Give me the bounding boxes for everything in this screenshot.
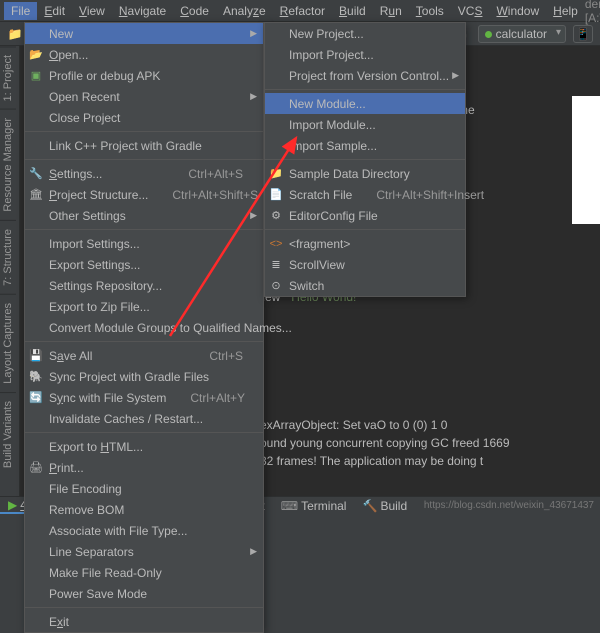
tab-layout-captures[interactable]: Layout Captures (0, 294, 16, 392)
mi-save-all[interactable]: 💾Save AllCtrl+S (25, 345, 263, 366)
mi-assoc-filetype[interactable]: Associate with File Type... (25, 520, 263, 541)
menu-tools[interactable]: Tools (409, 2, 451, 20)
sb-terminal[interactable]: ⌨ Terminal (273, 499, 355, 513)
mi-sample-data[interactable]: 📁Sample Data Directory (265, 163, 465, 184)
device-combo-icon[interactable]: 📱 (573, 25, 593, 43)
profile-icon: ▣ (29, 69, 43, 83)
console-line: ound young concurrent copying GC freed 1… (260, 434, 600, 452)
tab-build-variants[interactable]: Build Variants (0, 392, 16, 476)
menu-build[interactable]: Build (332, 2, 373, 20)
mi-project-from-vcs[interactable]: Project from Version Control...▶ (265, 65, 465, 86)
mi-export-html[interactable]: Export to HTML... (25, 436, 263, 457)
print-icon: 🖨 (29, 461, 43, 475)
mi-settings-repo[interactable]: Settings Repository... (25, 275, 263, 296)
mi-new-module[interactable]: New Module... (265, 93, 465, 114)
mi-export-zip[interactable]: Export to Zip File... (25, 296, 263, 317)
mi-import-project[interactable]: Import Project... (265, 44, 465, 65)
mi-import-settings[interactable]: Import Settings... (25, 233, 263, 254)
watermark: https://blog.csdn.net/weixin_43671437 (424, 500, 600, 511)
console-line: 32 frames! The application may be doing … (260, 452, 600, 470)
console-line: exArrayObject: Set vaO to 0 (0) 1 0 (260, 416, 600, 434)
mi-power-save[interactable]: Power Save Mode (25, 583, 263, 604)
menu-refactor[interactable]: Refactor (273, 2, 332, 20)
tab-structure[interactable]: 7: Structure (0, 220, 16, 294)
mi-invalidate[interactable]: Invalidate Caches / Restart... (25, 408, 263, 429)
save-icon: 💾 (29, 349, 43, 363)
mi-import-sample[interactable]: Import Sample... (265, 135, 465, 156)
mi-scratch-file[interactable]: 📄Scratch FileCtrl+Alt+Shift+Insert (265, 184, 465, 205)
mi-settings[interactable]: 🔧Settings...Ctrl+Alt+S (25, 163, 263, 184)
menu-run[interactable]: Run (373, 2, 409, 20)
folder-icon: 📁 (269, 167, 283, 181)
mi-other-settings[interactable]: Other Settings▶ (25, 205, 263, 226)
mi-export-settings[interactable]: Export Settings... (25, 254, 263, 275)
menu-navigate[interactable]: Navigate (112, 2, 173, 20)
mi-profile-apk[interactable]: ▣Profile or debug APK (25, 65, 263, 86)
folder-open-icon: 📂 (29, 48, 43, 62)
mi-new-project[interactable]: New Project... (265, 23, 465, 44)
mi-sync-gradle[interactable]: 🐘Sync Project with Gradle Files (25, 366, 263, 387)
run-console: exArrayObject: Set vaO to 0 (0) 1 0 ound… (260, 416, 600, 470)
file-menu: New▶ 📂Open... ▣Profile or debug APK Open… (24, 22, 264, 633)
mi-line-sep[interactable]: Line Separators▶ (25, 541, 263, 562)
mi-close-project[interactable]: Close Project (25, 107, 263, 128)
menu-code[interactable]: Code (173, 2, 216, 20)
menu-vcs[interactable]: VCS (451, 2, 490, 20)
mi-sync-fs[interactable]: 🔄Sync with File SystemCtrl+Alt+Y (25, 387, 263, 408)
sync-icon: 🔄 (29, 391, 43, 405)
project-path-icon: 📁 (7, 26, 23, 42)
mi-new[interactable]: New▶ (25, 23, 263, 44)
mi-convert-groups[interactable]: Convert Module Groups to Qualified Names… (25, 317, 263, 338)
left-tool-strip: 1: Project Resource Manager 7: Structure… (0, 46, 20, 496)
tab-project[interactable]: 1: Project (0, 46, 16, 109)
mi-readonly[interactable]: Make File Read-Only (25, 562, 263, 583)
mi-file-encoding: File Encoding (25, 478, 263, 499)
mi-import-module[interactable]: Import Module... (265, 114, 465, 135)
switch-icon: ⊙ (269, 279, 283, 293)
mi-open[interactable]: 📂Open... (25, 44, 263, 65)
tab-resource-manager[interactable]: Resource Manager (0, 109, 16, 220)
gear-file-icon: ⚙ (269, 209, 283, 223)
mi-link-cpp[interactable]: Link C++ Project with Gradle (25, 135, 263, 156)
window-title: demo [A:\AndroidStu (585, 0, 600, 25)
menu-analyze[interactable]: Analyze (216, 2, 273, 20)
menu-view[interactable]: View (72, 2, 112, 20)
menu-window[interactable]: Window (489, 2, 546, 20)
scrollview-icon: ≣ (269, 258, 283, 272)
mi-open-recent[interactable]: Open Recent▶ (25, 86, 263, 107)
mi-remove-bom: Remove BOM (25, 499, 263, 520)
new-submenu: New Project... Import Project... Project… (264, 22, 466, 297)
scratch-icon: 📄 (269, 188, 283, 202)
sb-build[interactable]: 🔨 Build (354, 499, 415, 513)
menubar: File Edit View Navigate Code Analyze Ref… (0, 0, 600, 22)
mi-fragment[interactable]: <><fragment> (265, 233, 465, 254)
sync-gradle-icon: 🐘 (29, 370, 43, 384)
tag-icon: <> (269, 237, 283, 251)
run-config-combo[interactable]: calculator (478, 25, 566, 43)
mi-exit[interactable]: Exit (25, 611, 263, 632)
play-icon: ▶ (8, 498, 17, 512)
mi-editorconfig[interactable]: ⚙EditorConfig File (265, 205, 465, 226)
menu-file[interactable]: File (4, 2, 37, 20)
menu-edit[interactable]: Edit (37, 2, 72, 20)
menu-help[interactable]: Help (546, 2, 585, 20)
mi-switch[interactable]: ⊙Switch (265, 275, 465, 296)
structure-icon: 🏛 (29, 188, 43, 202)
mi-project-structure[interactable]: 🏛Project Structure...Ctrl+Alt+Shift+S (25, 184, 263, 205)
mi-print[interactable]: 🖨Print... (25, 457, 263, 478)
mi-scrollview[interactable]: ≣ScrollView (265, 254, 465, 275)
wrench-icon: 🔧 (29, 167, 43, 181)
